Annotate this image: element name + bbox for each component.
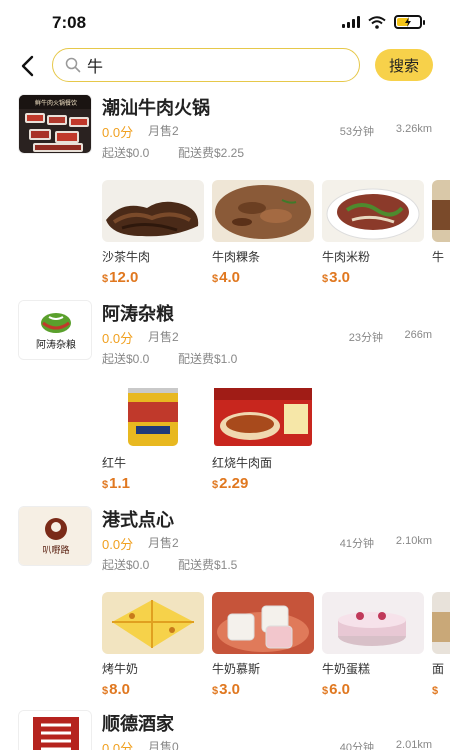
- min-order: 起送$0.0: [102, 146, 150, 160]
- product-image: [432, 180, 450, 242]
- product-name: 牛肉粿条: [212, 250, 261, 264]
- product-price: $: [432, 685, 439, 697]
- min-order: 起送$0.0: [102, 558, 150, 572]
- product-image: [432, 592, 450, 654]
- product-item[interactable]: 牛奶蛋糕 $6.0: [322, 592, 424, 698]
- store-rating: 0.0分: [102, 741, 134, 750]
- delivery-fee: 配送费$1.5: [178, 558, 238, 572]
- product-item[interactable]: 面 $: [432, 592, 450, 698]
- product-image: [102, 180, 204, 242]
- store-rating: 0.0分: [102, 125, 134, 140]
- product-name: 面: [432, 662, 445, 676]
- store-name: 顺德酒家: [102, 714, 174, 734]
- distance: 2.01km: [395, 739, 432, 750]
- distance: 2.10km: [395, 535, 432, 547]
- product-image: [102, 386, 204, 448]
- product-row: 烤牛奶 $8.0 牛奶慕斯 $3.0 牛奶蛋糕 $6.0 面 $: [102, 592, 450, 702]
- logo-text: 阿涛杂粮: [36, 338, 76, 351]
- store-rating: 0.0分: [102, 331, 134, 346]
- delivery-fee: 配送费$1.0: [178, 352, 238, 366]
- status-time: 7:08: [52, 13, 87, 32]
- delivery-time: 23分钟: [348, 332, 383, 344]
- product-name: 沙茶牛肉: [102, 250, 151, 264]
- product-name: 牛: [432, 250, 445, 264]
- store-card[interactable]: 鲜牛肉火锅餐饮 潮汕牛肉火锅 0.0分 月售2 53分钟 3.26km 起送$0…: [0, 94, 450, 294]
- product-item[interactable]: 牛奶慕斯 $3.0: [212, 592, 314, 698]
- back-button[interactable]: [14, 52, 40, 80]
- product-item[interactable]: 红烧牛肉面 $2.29: [212, 386, 314, 492]
- product-image: [322, 592, 424, 654]
- logo-text: 鲜牛肉火锅餐饮: [35, 99, 77, 107]
- product-item[interactable]: 牛肉米粉 $3.0: [322, 180, 424, 286]
- product-price: $3.0: [212, 681, 240, 698]
- store-name: 潮汕牛肉火锅: [102, 98, 210, 118]
- product-name: 牛奶慕斯: [212, 662, 261, 676]
- store-rating: 0.0分: [102, 537, 134, 552]
- store-card[interactable]: 叭嘢路 港式点心 0.0分 月售2 41分钟 2.10km 起送$0.0 配送费…: [0, 506, 450, 706]
- store-card[interactable]: 阿涛杂粮 阿涛杂粮 0.0分 月售2 23分钟 266m 起送$0.0 配送费$…: [0, 300, 450, 500]
- logo-text: 叭嘢路: [42, 544, 69, 556]
- monthly-sales: 月售0: [148, 740, 179, 750]
- product-price: $12.0: [102, 269, 139, 286]
- product-item[interactable]: 烤牛奶 $8.0: [102, 592, 204, 698]
- store-logo: [18, 710, 92, 750]
- product-item[interactable]: 沙茶牛肉 $12.0: [102, 180, 204, 286]
- product-name: 牛奶蛋糕: [322, 662, 371, 676]
- monthly-sales: 月售2: [148, 536, 179, 550]
- distance: 3.26km: [395, 123, 432, 135]
- min-order: 起送$0.0: [102, 352, 150, 366]
- search-row: 牛 搜索: [0, 46, 450, 86]
- status-bar: 7:08: [0, 0, 450, 46]
- product-price: $4.0: [212, 269, 240, 286]
- product-name: 红牛: [102, 456, 127, 470]
- product-item[interactable]: 牛肉粿条 $4.0: [212, 180, 314, 286]
- delivery-fee: 配送费$2.25: [178, 146, 245, 160]
- product-row: 红牛 $1.1 红烧牛肉面 $2.29: [102, 386, 450, 496]
- product-price: $6.0: [322, 681, 350, 698]
- product-image: [102, 592, 204, 654]
- product-image: [212, 180, 314, 242]
- search-icon: [65, 56, 83, 74]
- status-icons: [342, 15, 425, 29]
- product-price: $1.1: [102, 475, 130, 492]
- delivery-time: 53分钟: [339, 126, 374, 138]
- product-image: [212, 386, 314, 448]
- store-card[interactable]: 顺德酒家 0.0分 月售0 40分钟 2.01km: [0, 710, 450, 750]
- search-button[interactable]: 搜索: [375, 49, 433, 81]
- product-item[interactable]: 红牛 $1.1: [102, 386, 204, 492]
- store-logo: 叭嘢路: [18, 506, 92, 566]
- product-name: 烤牛奶: [102, 662, 139, 676]
- product-row: 沙茶牛肉 $12.0 牛肉粿条 $4.0 牛肉米粉 $3.0 牛: [102, 180, 450, 290]
- wifi-icon: [368, 15, 386, 29]
- product-image: [322, 180, 424, 242]
- product-name: 牛肉米粉: [322, 250, 371, 264]
- chevron-left-icon: [21, 55, 34, 77]
- monthly-sales: 月售2: [148, 330, 179, 344]
- store-logo: 鲜牛肉火锅餐饮: [18, 94, 92, 154]
- product-price: $3.0: [322, 269, 350, 286]
- delivery-time: 41分钟: [339, 538, 374, 550]
- delivery-time: 40分钟: [339, 742, 374, 750]
- product-image: [212, 592, 314, 654]
- signal-icon: [342, 16, 360, 28]
- search-input[interactable]: 牛: [52, 48, 360, 82]
- product-item[interactable]: 牛: [432, 180, 450, 265]
- store-logo: 阿涛杂粮: [18, 300, 92, 360]
- product-name: 红烧牛肉面: [212, 456, 273, 470]
- store-name: 港式点心: [102, 510, 174, 530]
- battery-icon: [394, 15, 425, 29]
- product-price: $8.0: [102, 681, 130, 698]
- product-price: $2.29: [212, 475, 249, 492]
- monthly-sales: 月售2: [148, 124, 179, 138]
- store-name: 阿涛杂粮: [102, 304, 174, 324]
- search-query: 牛: [87, 59, 104, 76]
- distance: 266m: [404, 329, 432, 341]
